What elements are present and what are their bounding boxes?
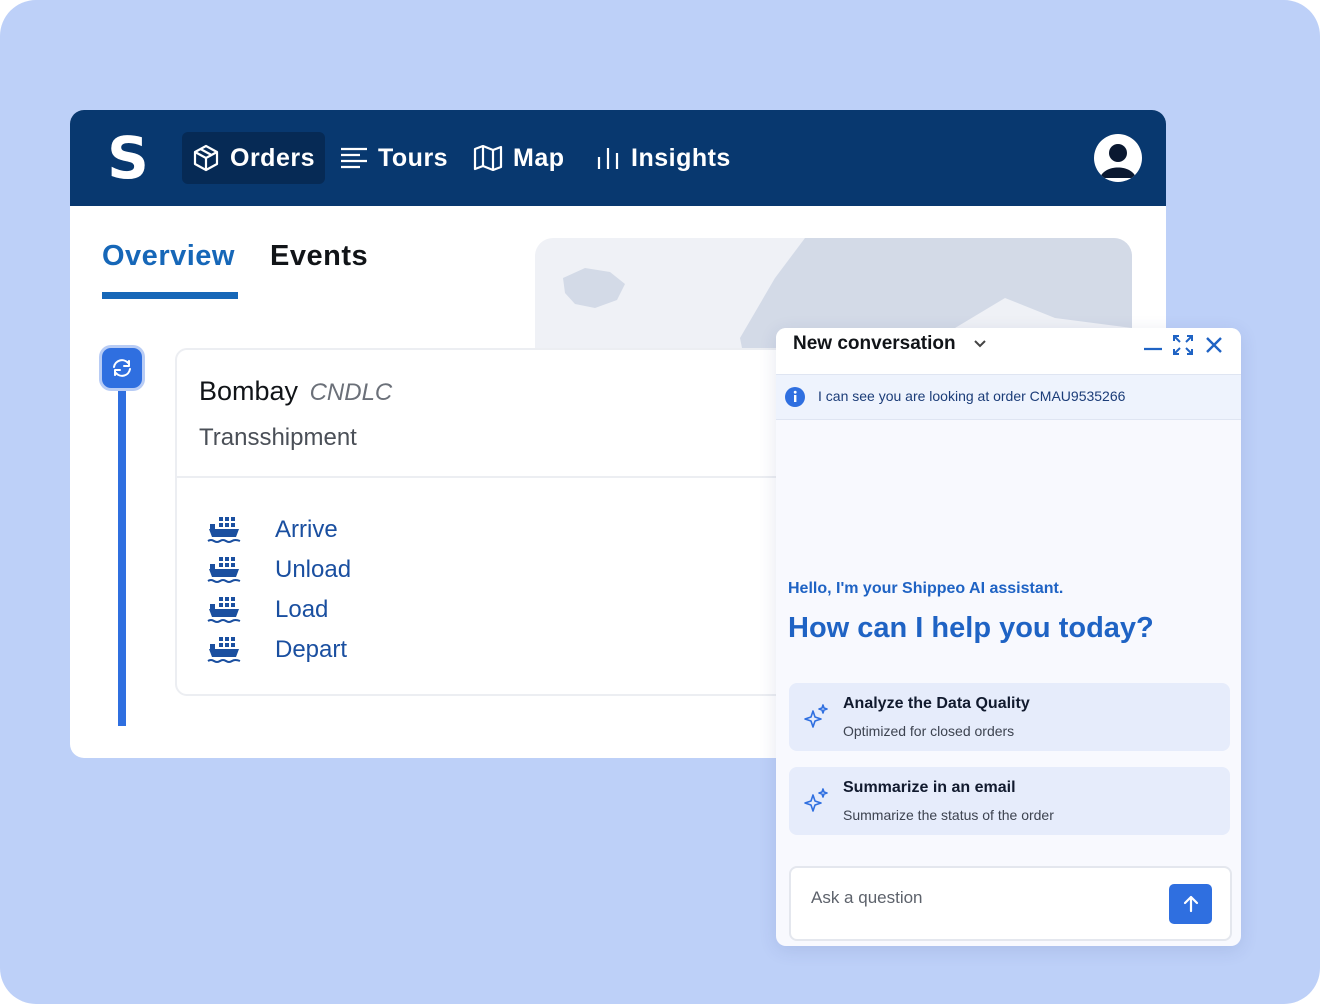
event-label-unload: Unload [275, 556, 352, 583]
suggestion-analyze-data-quality[interactable]: Analyze the Data Quality Optimized for c… [789, 683, 1230, 751]
event-label-depart: Depart [275, 636, 348, 663]
ship-icon [207, 597, 241, 623]
event-row-arrive[interactable]: Arrive [207, 515, 338, 545]
refresh-icon [113, 359, 131, 377]
sparkle-icon [804, 704, 828, 728]
conversation-title: New conversation [793, 333, 956, 354]
event-row-unload[interactable]: Unload [207, 555, 351, 585]
bar-chart-icon [597, 148, 619, 169]
port-type: Transshipment [199, 424, 357, 451]
suggestion-subtitle: Summarize the status of the order [843, 807, 1054, 823]
ship-icon [207, 637, 241, 663]
ask-question-box [789, 866, 1232, 941]
nav-item-insights[interactable]: Insights [585, 132, 741, 184]
ship-icon [207, 557, 241, 583]
nav-item-tours[interactable]: Tours [330, 132, 458, 184]
event-row-load[interactable]: Load [207, 595, 328, 625]
sparkle-icon [804, 788, 828, 812]
nav-label-insights: Insights [631, 143, 731, 172]
card-divider [177, 476, 817, 478]
minimize-icon[interactable] [1142, 334, 1164, 356]
event-row-depart[interactable]: Depart [207, 635, 347, 665]
port-card[interactable]: Bombay CNDLC Transshipment Arrive Unload [175, 348, 819, 696]
chevron-down-icon [974, 340, 986, 348]
event-label-arrive: Arrive [275, 516, 338, 543]
ai-assistant-panel: New conversation I can see you are looki… [776, 328, 1241, 946]
map-icon [473, 145, 503, 171]
logo[interactable]: S [106, 129, 150, 187]
event-label-load: Load [275, 596, 329, 623]
box-icon [193, 144, 219, 172]
info-icon [785, 387, 805, 407]
assistant-greeting: Hello, I'm your Shippeo AI assistant. [788, 580, 1064, 597]
port-title: Bombay CNDLC [199, 376, 392, 407]
timeline-line [118, 378, 126, 726]
port-code: CNDLC [309, 379, 393, 406]
suggestion-title: Analyze the Data Quality [843, 695, 1030, 712]
send-button[interactable] [1169, 884, 1212, 924]
ship-icon [207, 517, 241, 543]
lines-icon [341, 147, 367, 169]
tab-active-indicator [102, 292, 238, 299]
assistant-headline: How can I help you today? [788, 612, 1154, 644]
tab-events[interactable]: Events [270, 240, 368, 273]
order-context-banner: I can see you are looking at order CMAU9… [776, 374, 1241, 420]
nav-label-orders: Orders [230, 143, 315, 172]
map-land-iceland [563, 268, 625, 308]
ask-question-input[interactable] [809, 882, 1153, 914]
close-icon[interactable] [1203, 334, 1225, 356]
chat-header: New conversation [776, 328, 1241, 374]
suggestion-subtitle: Optimized for closed orders [843, 723, 1015, 739]
order-context-text: I can see you are looking at order CMAU9… [818, 388, 1126, 404]
transshipment-node[interactable] [102, 348, 142, 388]
suggestion-summarize-email[interactable]: Summarize in an email Summarize the stat… [789, 767, 1230, 835]
nav-label-map: Map [513, 143, 565, 172]
expand-icon[interactable] [1172, 334, 1194, 356]
suggestion-title: Summarize in an email [843, 779, 1016, 796]
conversation-selector[interactable]: New conversation [793, 333, 987, 355]
tab-overview[interactable]: Overview [102, 240, 235, 273]
nav-label-tours: Tours [378, 143, 449, 172]
top-navbar: S Orders Tours Map Insights [70, 110, 1166, 206]
nav-item-orders[interactable]: Orders [182, 132, 325, 184]
nav-item-map[interactable]: Map [463, 132, 575, 184]
arrow-up-icon [1183, 895, 1198, 913]
port-name: Bombay [199, 376, 299, 406]
user-avatar-icon[interactable] [1094, 134, 1142, 182]
